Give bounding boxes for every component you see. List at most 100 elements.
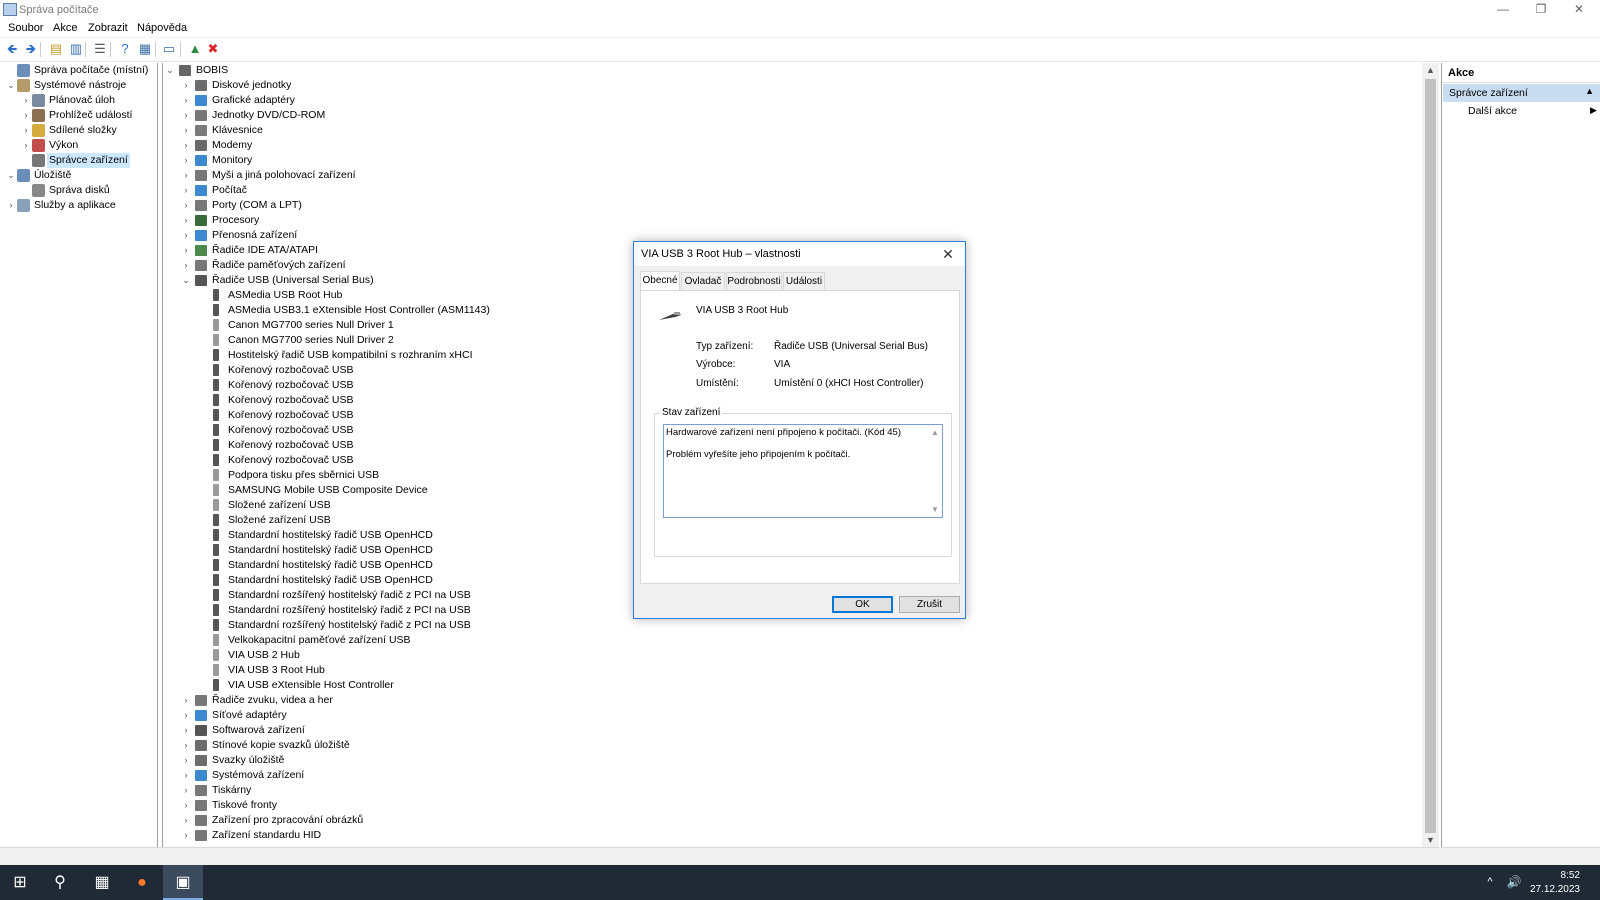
restore-button[interactable]: ❐	[1522, 0, 1560, 18]
collapse-chevron-icon[interactable]: ⌄	[181, 273, 191, 288]
device-category-label: Tiskové fronty	[212, 799, 277, 811]
device-tree-scrollbar[interactable]: ▲ ▼	[1422, 63, 1439, 847]
usb-device-label: Standardní hostitelský řadič USB OpenHCD	[228, 544, 433, 556]
help-icon[interactable]: ?	[117, 41, 133, 57]
expand-chevron-icon[interactable]: ›	[181, 198, 191, 213]
console-tree-label: Sdílené složky	[49, 124, 117, 136]
computer-management-taskbar-button[interactable]: ▣	[163, 865, 203, 900]
shadow-copy-icon	[195, 740, 207, 751]
menu-akce[interactable]: Akce	[53, 22, 77, 34]
expand-chevron-icon[interactable]: ›	[181, 243, 191, 258]
expand-chevron-icon[interactable]: ›	[21, 138, 31, 153]
expand-chevron-icon[interactable]: ›	[181, 258, 191, 273]
cancel-button[interactable]: Zrušit	[899, 596, 960, 613]
expand-chevron-icon[interactable]: ›	[181, 783, 191, 798]
minimize-button[interactable]: —	[1484, 0, 1522, 18]
system-clock[interactable]: 8:52 27.12.2023	[1530, 869, 1580, 897]
expand-chevron-icon[interactable]: ›	[181, 213, 191, 228]
ok-button[interactable]: OK	[832, 596, 893, 613]
expand-chevron-icon[interactable]: ›	[21, 123, 31, 138]
expand-chevron-icon[interactable]: ›	[181, 93, 191, 108]
expand-chevron-icon[interactable]: ›	[181, 828, 191, 843]
expand-chevron-icon[interactable]: ⌄	[6, 168, 16, 183]
dialog-close-icon[interactable]: ✕	[937, 242, 959, 266]
expand-chevron-icon[interactable]: ›	[21, 108, 31, 123]
collapse-chevron-icon[interactable]: ⌄	[165, 63, 175, 78]
tab-udalosti[interactable]: Události	[783, 272, 825, 290]
status-scroll-down-icon[interactable]: ▼	[931, 505, 939, 514]
scroll-down-icon[interactable]: ▼	[1422, 833, 1439, 847]
close-window-button[interactable]: ✕	[1560, 0, 1598, 18]
expand-chevron-icon[interactable]: ›	[181, 693, 191, 708]
device-category-label: Počítač	[212, 184, 248, 196]
usb-plug-icon	[213, 364, 219, 376]
menu-napoveda[interactable]: Nápověda	[137, 22, 187, 34]
volume-icon[interactable]: 🔊	[1502, 865, 1526, 900]
scroll-up-icon[interactable]: ▲	[1422, 63, 1439, 77]
console-tree-icon[interactable]: ▥	[68, 41, 84, 57]
device-status-textbox[interactable]: Hardwarové zařízení není připojeno k poč…	[663, 424, 943, 518]
up-folder-icon[interactable]: ▤	[48, 41, 64, 57]
usb-device-label: Kořenový rozbočovač USB	[228, 454, 354, 466]
tab-obecne[interactable]: Obecné	[640, 271, 680, 290]
usb-device-label: Standardní rozšířený hostitelský řadič z…	[228, 619, 471, 631]
expand-chevron-icon[interactable]: ›	[6, 198, 16, 213]
usb-device-label: Kořenový rozbočovač USB	[228, 379, 354, 391]
expand-chevron-icon[interactable]: ›	[181, 723, 191, 738]
usb-device-label: Složené zařízení USB	[228, 499, 331, 511]
uninstall-x-icon[interactable]: ✖	[205, 41, 221, 57]
expand-chevron-icon[interactable]: ›	[181, 123, 191, 138]
device-category-label: Stínové kopie svazků úložiště	[212, 739, 350, 751]
update-driver-icon[interactable]: ▲	[187, 41, 203, 57]
status-line-2: Problém vyřešíte jeho připojením k počít…	[666, 449, 851, 460]
tab-podrobnosti[interactable]: Podrobnosti	[726, 272, 782, 290]
menu-zobrazit[interactable]: Zobrazit	[88, 22, 128, 34]
expand-chevron-icon[interactable]: ⌄	[6, 78, 16, 93]
back-arrow-icon[interactable]: 🡸	[4, 41, 20, 57]
tab-ovladac[interactable]: Ovladač	[681, 272, 725, 290]
expand-chevron-icon[interactable]: ›	[181, 153, 191, 168]
expand-chevron-icon[interactable]: ›	[181, 168, 191, 183]
expand-chevron-icon[interactable]: ›	[181, 798, 191, 813]
expand-chevron-icon[interactable]: ›	[181, 738, 191, 753]
scrollbar-thumb[interactable]	[1425, 79, 1436, 833]
expand-chevron-icon[interactable]: ›	[181, 753, 191, 768]
event-viewer-icon	[32, 109, 45, 122]
device-category-label: Myši a jiná polohovací zařízení	[212, 169, 356, 181]
status-scroll-up-icon[interactable]: ▲	[931, 428, 939, 437]
device-tree-root-label: BOBIS	[196, 64, 229, 76]
usb-plug-icon	[213, 529, 219, 541]
status-scrollbar[interactable]: ▲ ▼	[928, 425, 942, 517]
usb-device-label: ASMedia USB3.1 eXtensible Host Controlle…	[228, 304, 490, 316]
expand-chevron-icon[interactable]: ›	[181, 768, 191, 783]
search-button[interactable]: ⚲	[40, 865, 80, 900]
expand-chevron-icon[interactable]: ›	[181, 813, 191, 828]
expand-chevron-icon[interactable]: ›	[181, 108, 191, 123]
expand-chevron-icon[interactable]: ›	[21, 93, 31, 108]
monitor-device-icon	[195, 155, 207, 166]
expand-chevron-icon[interactable]: ›	[181, 228, 191, 243]
actions-section-device-manager[interactable]: Správce zařízení ▲	[1443, 84, 1600, 102]
network-adapter-icon	[195, 710, 207, 721]
collapse-up-icon[interactable]: ▲	[1585, 86, 1594, 96]
expand-chevron-icon[interactable]: ›	[181, 183, 191, 198]
start-button[interactable]: ⊞	[0, 865, 40, 900]
task-scheduler-icon	[32, 94, 45, 107]
calculator-button[interactable]: ▦	[82, 865, 122, 900]
monitor-icon[interactable]: ▭	[161, 41, 177, 57]
usb-plug-icon	[213, 439, 219, 451]
menu-soubor[interactable]: Soubor	[8, 22, 43, 34]
services-applications-icon	[17, 199, 30, 212]
expand-chevron-icon[interactable]: ›	[181, 708, 191, 723]
firefox-button[interactable]: ●	[122, 865, 162, 900]
usb-device-label: Standardní rozšířený hostitelský řadič z…	[228, 589, 471, 601]
device-category-label: Klávesnice	[212, 124, 263, 136]
properties-list-icon[interactable]: ☰	[92, 41, 108, 57]
more-actions-item[interactable]: Další akce ▶	[1468, 105, 1597, 117]
expand-chevron-icon[interactable]: ›	[181, 78, 191, 93]
show-hide-action-pane-icon[interactable]: ▦	[137, 41, 153, 57]
expand-chevron-icon[interactable]: ›	[181, 138, 191, 153]
tray-chevron-icon[interactable]: ^	[1480, 865, 1500, 900]
usb-plug-icon	[213, 544, 219, 556]
forward-arrow-icon[interactable]: 🡺	[23, 41, 39, 57]
